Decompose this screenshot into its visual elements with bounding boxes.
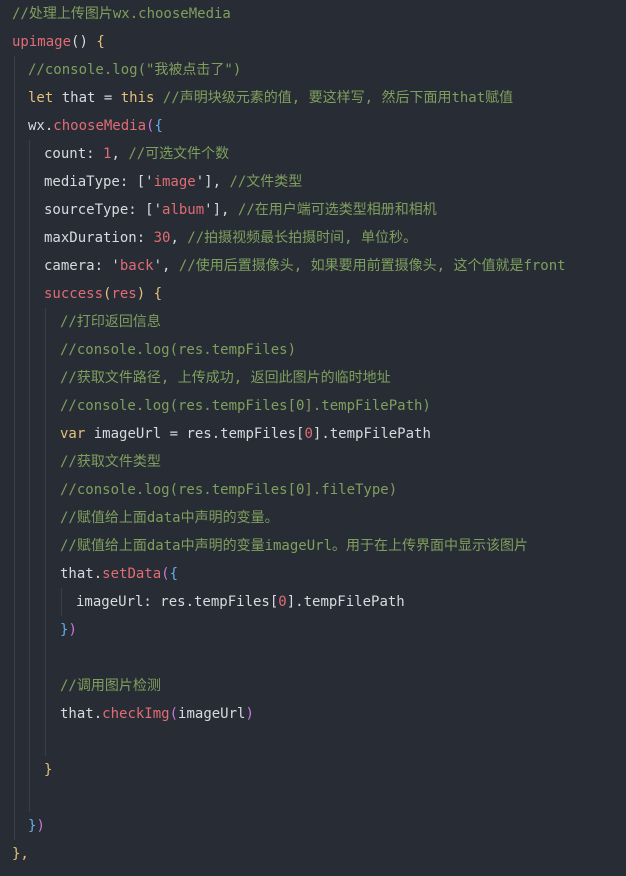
code-line[interactable]: wx.chooseMedia({ (0, 112, 626, 140)
code-token: //赋值给上面data中声明的变量imageUrl。用于在上传界面中显示该图片 (60, 538, 529, 554)
code-token: { (169, 566, 179, 582)
code-token: ( (161, 566, 170, 582)
code-token: ) (245, 706, 254, 722)
code-token: var (60, 426, 86, 442)
code-token: success (44, 286, 104, 302)
code-token: count: (44, 146, 104, 162)
code-token: }, (12, 846, 29, 862)
code-line[interactable]: //console.log(res.tempFiles) (0, 336, 626, 364)
code-token: //处理上传图片wx.chooseMedia (12, 6, 231, 22)
code-token: res (111, 286, 137, 302)
code-token: that. (60, 566, 103, 582)
code-token: } (44, 762, 53, 778)
code-line[interactable]: //console.log(res.tempFiles[0].fileType) (0, 476, 626, 504)
code-token: that = (53, 90, 121, 106)
code-line[interactable]: imageUrl: res.tempFiles[0].tempFilePath (0, 588, 626, 616)
code-token: //调用图片检测 (60, 678, 161, 694)
code-token: 0 (304, 426, 313, 442)
code-line[interactable] (0, 644, 626, 672)
code-line[interactable]: //调用图片检测 (0, 672, 626, 700)
code-line[interactable]: mediaType: ['image'], //文件类型 (0, 168, 626, 196)
code-line[interactable]: upimage() { (0, 28, 626, 56)
code-token: //console.log(res.tempFiles[0].fileType) (60, 482, 398, 498)
code-token: //console.log("我被点击了") (28, 62, 242, 78)
code-token: back (119, 258, 154, 274)
code-token: //在用户端可选类型相册和相机 (237, 202, 437, 218)
code-token: { (96, 34, 105, 50)
code-token: image (153, 174, 196, 190)
code-token: { (153, 286, 163, 302)
code-token: imageUrl = res.tempFiles[ (85, 426, 305, 442)
code-token: setData (102, 566, 162, 582)
code-editor[interactable]: //处理上传图片wx.chooseMedia upimage() {//conso… (0, 0, 626, 876)
code-token: //赋值给上面data中声明的变量。 (60, 510, 279, 526)
code-line[interactable]: //赋值给上面data中声明的变量。 (0, 504, 626, 532)
code-token: { (154, 118, 163, 134)
code-line[interactable]: //处理上传图片wx.chooseMedia (0, 0, 626, 28)
code-line[interactable]: that.setData({ (0, 560, 626, 588)
code-token: ) (68, 622, 77, 638)
code-token: //拍摄视频最长拍摄时间, 单位秒。 (187, 230, 418, 246)
code-line[interactable]: camera: 'back', //使用后置摄像头, 如果要用前置摄像头, 这个… (0, 252, 626, 280)
code-token: imageUrl (178, 706, 246, 722)
code-line[interactable]: //获取文件类型 (0, 448, 626, 476)
code-token: //使用后置摄像头, 如果要用前置摄像头, 这个值就是front (178, 258, 566, 274)
code-token: () (71, 34, 97, 50)
code-line[interactable]: }, (0, 840, 626, 868)
code-line[interactable]: maxDuration: 30, //拍摄视频最长拍摄时间, 单位秒。 (0, 224, 626, 252)
code-token: //声明块级元素的值, 要这样写, 然后下面用that赋值 (154, 90, 514, 106)
code-token: upimage (12, 34, 72, 50)
code-token: that. (60, 706, 103, 722)
code-token: ', (153, 258, 179, 274)
code-line[interactable]: sourceType: ['album'], //在用户端可选类型相册和相机 (0, 196, 626, 224)
code-token: ) (136, 286, 154, 302)
code-token: ].tempFilePath (312, 426, 431, 442)
code-token: , (111, 146, 129, 162)
code-line[interactable]: //console.log("我被点击了") (0, 56, 626, 84)
code-token: , (170, 230, 188, 246)
code-line[interactable]: //获取文件路径, 上传成功, 返回此图片的临时地址 (0, 364, 626, 392)
code-line[interactable]: }) (0, 812, 626, 840)
code-token: checkImg (102, 706, 170, 722)
code-token: mediaType: [' (44, 174, 154, 190)
code-token: maxDuration: (44, 230, 154, 246)
code-token: ( (169, 706, 179, 722)
code-line[interactable]: //打印返回信息 (0, 308, 626, 336)
code-token: let (28, 90, 54, 106)
code-line[interactable]: //console.log(res.tempFiles[0].tempFileP… (0, 392, 626, 420)
code-token: //获取文件路径, 上传成功, 返回此图片的临时地址 (60, 370, 391, 386)
code-line[interactable]: let that = this //声明块级元素的值, 要这样写, 然后下面用t… (0, 84, 626, 112)
code-token: wx. (28, 118, 54, 134)
code-token: sourceType: [' (44, 202, 163, 218)
code-token: camera: ' (44, 258, 120, 274)
code-token: '], (195, 174, 230, 190)
code-line[interactable]: success(res) { (0, 280, 626, 308)
code-token: imageUrl: res.tempFiles[ (76, 594, 279, 610)
code-token: ) (36, 818, 45, 834)
code-line[interactable]: var imageUrl = res.tempFiles[0].tempFile… (0, 420, 626, 448)
code-token: //console.log(res.tempFiles) (60, 342, 297, 358)
code-token: 0 (278, 594, 287, 610)
code-token: //文件类型 (229, 174, 303, 190)
code-token: //打印返回信息 (60, 314, 161, 330)
code-token: //可选文件个数 (128, 146, 230, 162)
code-line[interactable] (0, 728, 626, 756)
code-line[interactable]: //赋值给上面data中声明的变量imageUrl。用于在上传界面中显示该图片 (0, 532, 626, 560)
code-token: this (120, 90, 155, 106)
code-token: '], (204, 202, 238, 218)
code-token: //console.log(res.tempFiles[0].tempFileP… (60, 398, 431, 414)
code-token: 30 (153, 230, 171, 246)
code-token: chooseMedia (53, 118, 147, 134)
code-token: ].tempFilePath (286, 594, 405, 610)
code-token: album (162, 202, 205, 218)
code-line[interactable]: } (0, 756, 626, 784)
code-line[interactable]: count: 1, //可选文件个数 (0, 140, 626, 168)
code-token: //获取文件类型 (60, 454, 161, 470)
code-line[interactable]: }) (0, 616, 626, 644)
code-line[interactable]: that.checkImg(imageUrl) (0, 700, 626, 728)
